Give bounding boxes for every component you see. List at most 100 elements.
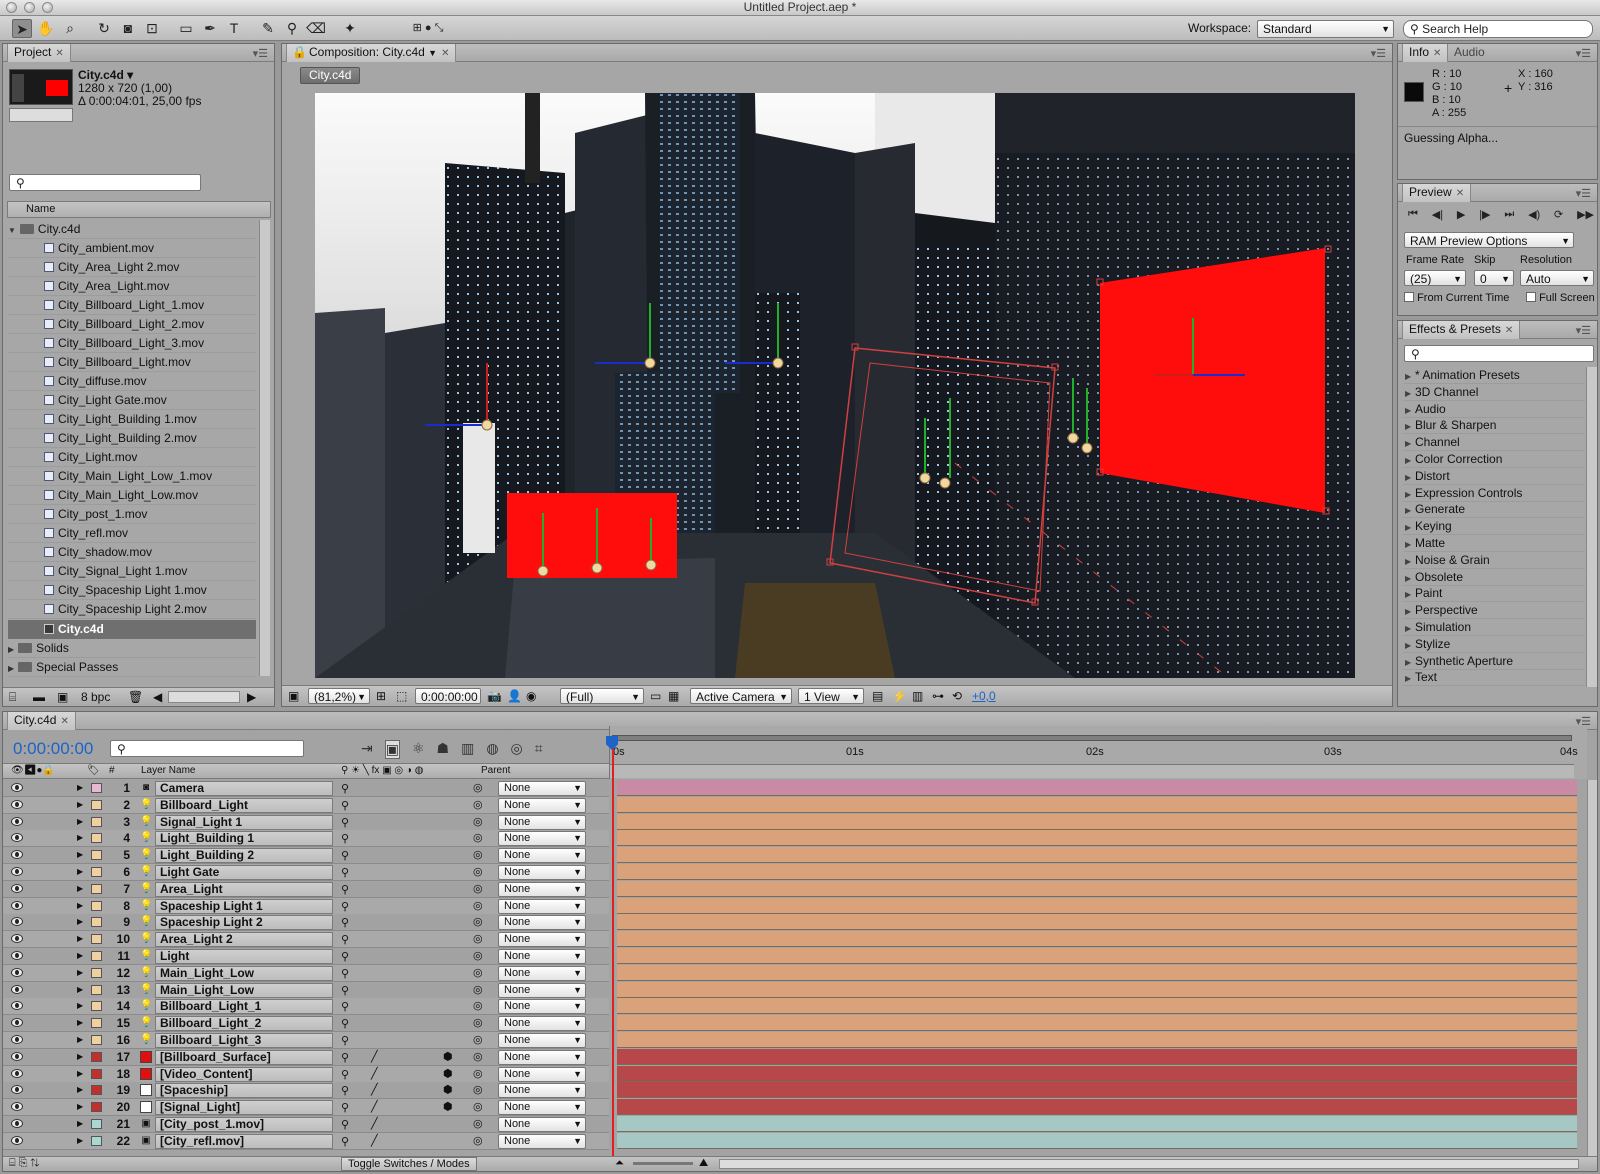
parent-dropdown[interactable]: None ▼ (498, 1117, 586, 1132)
pick-whip-icon[interactable]: ◎ (473, 931, 483, 947)
close-window-button[interactable] (6, 2, 17, 13)
eraser-tool-icon[interactable]: ⌫ (306, 19, 326, 38)
panel-menu-icon[interactable]: ▾☰ (253, 47, 268, 60)
timeline-layer-row[interactable]: ▶ 7 💡 Area_Light ⚲ ◎ None ▼ (3, 880, 609, 898)
disclosure-closed-icon[interactable]: ▶ (1403, 604, 1415, 620)
layer-name[interactable]: [Billboard_Surface] (155, 1049, 333, 1065)
effects-category-row[interactable]: ▶ Matte (1403, 535, 1585, 552)
parent-dropdown[interactable]: None ▼ (498, 965, 586, 981)
layer-duration-bar[interactable] (617, 914, 1577, 931)
text-tool-icon[interactable]: T (224, 19, 244, 38)
new-folder-icon[interactable]: ▬ (33, 688, 45, 706)
disclosure-closed-icon[interactable]: ▶ (1403, 487, 1415, 503)
layer-duration-bar[interactable] (617, 1032, 1577, 1048)
exposure-value[interactable]: +0,0 (972, 689, 996, 703)
snapshot-icon[interactable]: 📷 (487, 689, 502, 703)
workspace-dropdown[interactable]: Standard ▼ (1257, 20, 1394, 38)
shy-switch-icon[interactable]: ⚲ (341, 865, 349, 881)
number-column-header[interactable]: # (109, 764, 115, 778)
always-preview-icon[interactable]: ▣ (288, 689, 299, 703)
parent-dropdown[interactable]: None ▼ (498, 932, 586, 948)
timeline-current-time[interactable]: 0:00:00:00 (13, 739, 93, 759)
shy-switch-icon[interactable]: ⚲ (341, 781, 349, 797)
disclosure-closed-icon[interactable]: ▶ (1403, 621, 1415, 637)
rectangle-tool-icon[interactable]: ▭ (176, 19, 196, 38)
layer-duration-bar[interactable] (617, 880, 1577, 897)
project-file-row[interactable]: City_post_1.mov (8, 505, 256, 524)
from-current-time-checkbox[interactable] (1404, 292, 1414, 302)
current-time-field[interactable]: 0:00:00:00 (415, 688, 481, 704)
effects-category-row[interactable]: ▶ Paint (1403, 585, 1585, 603)
timeline-layer-row[interactable]: ▶ 17 [Billboard_Surface] ⚲ ╱ ⬢ ◎ None ▼ (3, 1048, 609, 1066)
project-file-row[interactable]: City_Main_Light_Low_1.mov (8, 467, 256, 486)
timeline-layer-row[interactable]: ▶ 18 [Video_Content] ⚲ ╱ ⬢ ◎ None ▼ (3, 1065, 609, 1083)
disclosure-closed-icon[interactable]: ▶ (1403, 571, 1415, 587)
comp-breadcrumb[interactable]: City.c4d (300, 67, 361, 84)
layer-duration-bar[interactable] (617, 1099, 1577, 1116)
timeline-layer-row[interactable]: ▶ 21 ▣ [City_post_1.mov] ⚲ ╱ ◎ None ▼ (3, 1116, 609, 1133)
visibility-eye-icon[interactable] (11, 934, 23, 944)
shy-switch-icon[interactable]: ⚲ (341, 899, 349, 915)
fast-previews-icon[interactable]: ⚡ (892, 689, 907, 703)
zoom-out-icon[interactable]: ⏶ (615, 1157, 624, 1170)
pan-behind-tool-icon[interactable]: ⊡ (142, 19, 162, 38)
shy-switch-icon[interactable]: ⚲ (341, 1067, 349, 1083)
project-file-row[interactable]: City_Light.mov (8, 448, 256, 467)
disclosure-closed-icon[interactable]: ▶ (77, 1082, 83, 1098)
layer-label-color[interactable] (91, 1085, 102, 1096)
layer-duration-bar[interactable] (617, 864, 1577, 880)
tab-composition[interactable]: 🔒 Composition: City.c4d ▼ ✕ (286, 44, 457, 62)
magnification-dropdown[interactable]: (81,2%) ▼ (308, 688, 370, 704)
disclosure-closed-icon[interactable]: ▶ (1403, 470, 1415, 486)
full-screen-option[interactable]: Full Screen (1526, 292, 1595, 304)
visibility-eye-icon[interactable] (11, 850, 23, 860)
disclosure-closed-icon[interactable]: ▶ (1403, 386, 1415, 402)
close-icon[interactable]: ✕ (1456, 188, 1464, 199)
graph-editor-icon[interactable]: ⌗ (535, 740, 543, 759)
timeline-layer-row[interactable]: ▶ 6 💡 Light Gate ⚲ ◎ None ▼ (3, 864, 609, 881)
switches-header-icons[interactable]: ⚲ ☀ ╲ fx ▣ ◎ ◑ ◍ (341, 764, 423, 778)
disclosure-closed-icon[interactable]: ▶ (77, 1099, 83, 1115)
shy-switch-icon[interactable]: ⚲ (341, 932, 349, 948)
shy-switch-icon[interactable]: ⚲ (341, 1016, 349, 1032)
previous-frame-icon[interactable]: ◀| (1432, 208, 1443, 221)
timeline-layer-row[interactable]: ▶ 8 💡 Spaceship Light 1 ⚲ ◎ None ▼ (3, 897, 609, 915)
pick-whip-icon[interactable]: ◎ (473, 864, 483, 880)
disclosure-closed-icon[interactable]: ▶ (77, 847, 83, 863)
visibility-eye-icon[interactable] (11, 900, 23, 910)
layer-label-color[interactable] (91, 984, 102, 995)
visibility-eye-icon[interactable] (11, 833, 23, 843)
layer-name[interactable]: Spaceship Light 2 (155, 915, 333, 931)
parent-dropdown[interactable]: None ▼ (498, 1016, 586, 1032)
channel-rgb-icon[interactable]: ◉ (526, 689, 536, 703)
draft-3d-icon[interactable]: ⚛ (412, 740, 425, 759)
layer-duration-bar[interactable] (617, 1015, 1577, 1032)
layer-name[interactable]: Spaceship Light 1 (155, 898, 333, 914)
effects-category-row[interactable]: ▶ Noise & Grain (1403, 552, 1585, 569)
shy-switch-icon[interactable]: ⚲ (341, 798, 349, 814)
disclosure-closed-icon[interactable]: ▶ (8, 664, 14, 673)
pick-whip-icon[interactable]: ◎ (473, 1032, 483, 1048)
preview-resolution-dropdown[interactable]: Auto ▼ (1520, 270, 1594, 286)
av-features-header-icon[interactable]: 👁◀●🔒 (11, 764, 55, 778)
zoom-slider[interactable] (633, 1162, 693, 1165)
visibility-eye-icon[interactable] (11, 799, 23, 809)
search-help-input[interactable]: ⚲ Search Help (1403, 20, 1593, 38)
view-layout-dropdown[interactable]: 1 View ▼ (798, 688, 864, 704)
lock-icon[interactable]: 🔒 (292, 44, 307, 61)
close-icon[interactable]: ✕ (55, 48, 63, 59)
parent-dropdown[interactable]: None ▼ (498, 1049, 586, 1065)
timeline-layer-row[interactable]: ▶ 12 💡 Main_Light_Low ⚲ ◎ None ▼ (3, 964, 609, 982)
disclosure-closed-icon[interactable]: ▶ (1403, 503, 1415, 519)
shy-switch-icon[interactable]: ⚲ (341, 1050, 349, 1066)
project-file-row[interactable]: City_diffuse.mov (8, 372, 256, 391)
parent-dropdown[interactable]: None ▼ (498, 915, 586, 931)
timeline-layer-row[interactable]: ▶ 20 [Signal_Light] ⚲ ╱ ⬢ ◎ None ▼ (3, 1099, 609, 1117)
skip-dropdown[interactable]: 0 ▼ (1474, 270, 1514, 286)
timeline-layer-row[interactable]: ▶ 15 💡 Billboard_Light_2 ⚲ ◎ None ▼ (3, 1015, 609, 1033)
effects-scrollbar[interactable] (1586, 367, 1597, 687)
work-area-bar[interactable] (612, 735, 1572, 741)
project-file-row[interactable]: City_Light_Building 1.mov (8, 410, 256, 429)
disclosure-closed-icon[interactable]: ▶ (1403, 554, 1415, 570)
show-snapshot-icon[interactable]: 👤 (507, 689, 522, 703)
